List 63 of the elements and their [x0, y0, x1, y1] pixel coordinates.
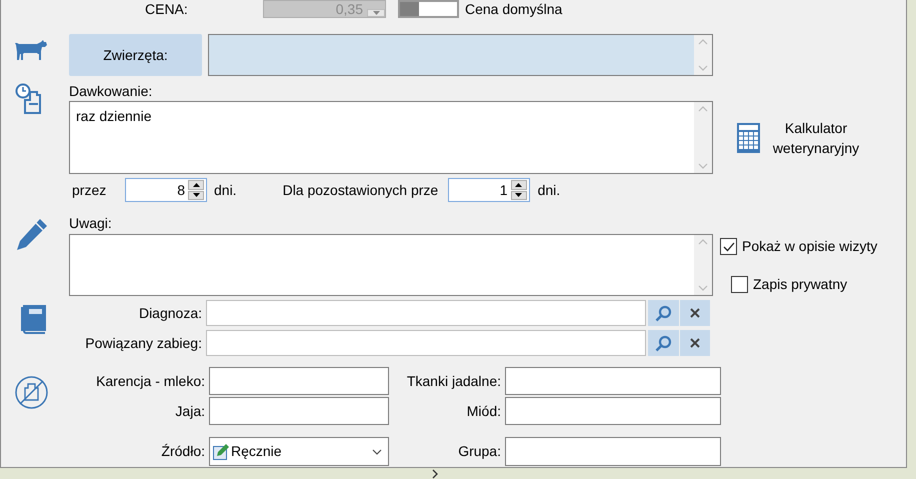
duration-label: przez: [72, 180, 108, 200]
notes-label: Uwagi:: [69, 214, 113, 233]
spin-up-button[interactable]: [510, 180, 527, 190]
lookup-field[interactable]: [206, 330, 646, 356]
price-label: CENA:: [145, 0, 189, 18]
text-field[interactable]: [505, 367, 721, 395]
field-label: Miód:: [466, 402, 501, 420]
calculator-button[interactable]: Kalkulator weterynaryjny: [737, 118, 864, 158]
clear-button[interactable]: [680, 300, 710, 326]
remaining-label: Dla pozostawionych prze: [282, 180, 440, 200]
field-label: Tkanki jadalne:: [406, 372, 501, 391]
up-arrow-icon: [515, 182, 522, 187]
spin-down-button[interactable]: [510, 190, 527, 200]
lookup-field[interactable]: [206, 300, 646, 326]
field-label: Jaja:: [174, 402, 205, 421]
down-arrow-icon: [515, 193, 522, 198]
animals-button[interactable]: Zwierzęta:: [69, 34, 202, 76]
down-arrow-icon: [372, 11, 380, 15]
field-label: Grupa:: [457, 442, 501, 461]
unit-label: dni.: [214, 180, 237, 200]
crossed-bottle-icon: [15, 376, 48, 409]
animals-list[interactable]: [208, 34, 713, 76]
search-button[interactable]: [648, 300, 679, 326]
pencil-icon: [213, 444, 229, 460]
source-dropdown[interactable]: Ręcznie: [209, 437, 389, 466]
dosage-field[interactable]: raz dziennie: [69, 101, 713, 174]
clock-bottle-icon: [15, 83, 43, 115]
unit-label: dni.: [538, 180, 560, 200]
calculator-icon: [737, 123, 760, 153]
down-arrow-icon: [192, 193, 200, 198]
checkbox[interactable]: [731, 276, 748, 293]
notes-field[interactable]: [69, 234, 713, 296]
checkbox[interactable]: [720, 238, 737, 255]
text-field[interactable]: [505, 397, 721, 425]
up-arrow-icon: [192, 182, 200, 187]
pencil-icon: [15, 218, 48, 251]
book-icon: [21, 305, 46, 334]
text-field[interactable]: [209, 367, 389, 395]
close-icon: [690, 308, 700, 318]
number-field[interactable]: 8: [125, 178, 207, 202]
group-field[interactable]: [505, 437, 721, 466]
field-label: Karencja - mleko:: [95, 372, 205, 391]
clear-button[interactable]: [680, 330, 710, 356]
checkbox-option[interactable]: Pokaż w opisie wizyty: [720, 236, 878, 257]
default-price-label: Cena domyślna: [465, 0, 562, 18]
chevron-down-icon: [372, 448, 382, 454]
search-icon: [655, 334, 672, 352]
field-label: Źródło:: [160, 442, 205, 461]
check-icon: [722, 242, 734, 252]
field-label: Powiązany zabieg:: [84, 334, 203, 353]
number-field[interactable]: 1: [448, 178, 530, 202]
spin-down-button[interactable]: [188, 190, 204, 200]
text-field[interactable]: [209, 397, 389, 425]
chevron-icon[interactable]: [432, 468, 439, 478]
search-icon: [655, 304, 672, 322]
cow-icon: [15, 40, 47, 60]
close-icon: [690, 338, 700, 348]
checkbox-option[interactable]: Zapis prywatny: [731, 274, 848, 295]
spin-up-button[interactable]: [188, 180, 204, 190]
color-swatch[interactable]: [398, 0, 459, 18]
search-button[interactable]: [648, 330, 679, 356]
field-label: Diagnoza:: [138, 304, 203, 323]
dosage-label: Dawkowanie:: [69, 83, 154, 100]
